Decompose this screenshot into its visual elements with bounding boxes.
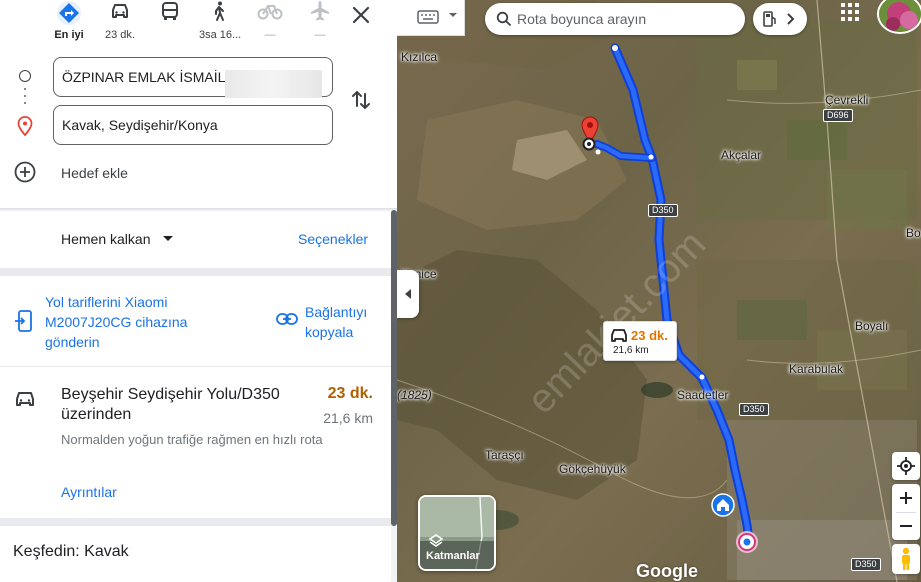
mode-cycling[interactable]: —	[250, 0, 290, 44]
destination-marker-icon	[582, 137, 596, 151]
callout-distance: 21,6 km	[613, 345, 649, 356]
redacted-box	[225, 70, 322, 98]
car-icon	[14, 390, 36, 415]
plus-icon	[900, 492, 912, 504]
route-distance: 21,6 km	[323, 410, 373, 426]
road-badge: D350	[851, 558, 881, 571]
apps-button[interactable]	[841, 3, 861, 23]
place-label: Saadetler	[677, 388, 729, 402]
mode-driving[interactable]: 23 dk.	[100, 0, 140, 44]
swap-icon	[352, 90, 370, 110]
callout-time: 23 dk.	[631, 328, 668, 343]
route-card[interactable]: Beyşehir Seydişehir Yolu/D350 üzerinden …	[0, 368, 391, 516]
add-destination-button[interactable]: Hedef ekle	[13, 160, 343, 186]
caret-down-icon[interactable]	[163, 236, 173, 241]
caret-left-icon	[405, 289, 411, 299]
explore-heading: Keşfedin: Kavak	[13, 543, 129, 560]
keyboard-icon	[417, 10, 439, 24]
details-button[interactable]: Ayrıntılar	[61, 484, 117, 500]
route-note: Normalden yoğun trafiğe rağmen en hızlı …	[61, 432, 323, 447]
airplane-icon	[300, 0, 340, 28]
place-label: (1825)	[397, 388, 432, 402]
road-badge: D350	[648, 204, 678, 217]
google-logo: Google	[636, 561, 698, 581]
layers-button[interactable]: Katmanlar	[418, 495, 496, 571]
zoom-in-button[interactable]	[892, 484, 920, 512]
send-to-device-icon[interactable]	[14, 310, 34, 339]
collapse-panel-button[interactable]	[397, 270, 419, 318]
road-badge: D350	[739, 403, 769, 416]
search-icon	[496, 11, 512, 27]
minus-icon	[900, 525, 912, 527]
options-row: Hemen kalkan Seçenekler	[0, 220, 397, 260]
map[interactable]: emlakjet.com Kızılca Çevrekli Akçalar Bo…	[397, 0, 921, 582]
directions-panel: En iyi 23 dk. 3sa 16... — — ÖZPINAR EMLA…	[0, 0, 397, 582]
route-search-input[interactable]	[517, 3, 737, 35]
car-icon	[611, 329, 627, 342]
route-dots-icon	[24, 88, 26, 110]
close-icon	[352, 6, 370, 24]
divider	[0, 518, 391, 526]
my-location-icon	[897, 457, 915, 475]
destination-pin-icon	[17, 116, 33, 141]
add-circle-icon	[14, 161, 36, 183]
divider	[0, 366, 391, 367]
mode-flights[interactable]: —	[300, 0, 340, 44]
place-label: Boyalı	[855, 319, 889, 333]
apps-grid-icon	[841, 3, 859, 21]
leave-now-dropdown[interactable]: Hemen kalkan	[61, 231, 151, 247]
my-location-button[interactable]	[892, 452, 920, 480]
place-label: Bo	[906, 226, 921, 240]
place-label: Karabulak	[789, 362, 844, 376]
swap-button[interactable]	[349, 88, 373, 112]
place-label: Çevrekli	[825, 93, 869, 107]
gas-station-icon	[763, 11, 776, 27]
route-name: Beyşehir Seydişehir Yolu/D350 üzerinden	[61, 386, 280, 423]
link-icon[interactable]	[276, 312, 298, 331]
directions-icon	[49, 0, 89, 28]
divider	[0, 208, 397, 212]
mode-best[interactable]: En iyi	[49, 0, 89, 44]
origin-marker-icon[interactable]	[734, 529, 760, 555]
options-button[interactable]: Seçenekler	[298, 231, 368, 247]
place-label: Kızılca	[401, 50, 438, 64]
pegman-icon	[902, 547, 910, 570]
place-label: Gökçehüyük	[559, 462, 626, 476]
zoom-out-button[interactable]	[892, 512, 920, 540]
route-time-callout[interactable]: 23 dk. 21,6 km	[603, 321, 677, 361]
place-label: Taraşçı	[485, 448, 524, 462]
send-directions-link[interactable]: Yol tariflerini Xiaomi M2007J20CG cihazı…	[45, 292, 225, 352]
car-icon	[100, 0, 140, 28]
bus-icon	[150, 0, 190, 28]
layers-icon	[428, 534, 444, 547]
origin-circle-icon	[19, 70, 31, 82]
divider	[0, 268, 391, 276]
mode-transit[interactable]	[150, 0, 190, 44]
close-button[interactable]	[348, 2, 374, 28]
caret-down-icon	[449, 13, 457, 17]
destination-input[interactable]: Kavak, Seydişehir/Konya	[53, 105, 333, 145]
zoom-controls	[892, 484, 920, 540]
bicycle-icon	[250, 0, 290, 28]
walk-icon	[199, 0, 239, 28]
chevron-right-icon	[787, 13, 795, 25]
travel-mode-bar: En iyi 23 dk. 3sa 16... — —	[0, 0, 397, 48]
fuel-stations-chip[interactable]	[753, 3, 807, 35]
copy-link-button[interactable]: Bağlantıyı kopyala	[305, 302, 385, 342]
keyboard-button[interactable]	[397, 0, 465, 36]
mode-walking[interactable]: 3sa 16...	[199, 0, 241, 44]
route-search-box[interactable]	[485, 3, 745, 35]
route-time: 23 dk.	[327, 385, 373, 402]
home-icon[interactable]	[711, 493, 735, 517]
place-label: Akçalar	[721, 148, 762, 162]
road-badge: D696	[823, 109, 853, 122]
send-to-phone-block: Yol tariflerini Xiaomi M2007J20CG cihazı…	[0, 276, 391, 366]
street-view-button[interactable]	[892, 544, 920, 574]
